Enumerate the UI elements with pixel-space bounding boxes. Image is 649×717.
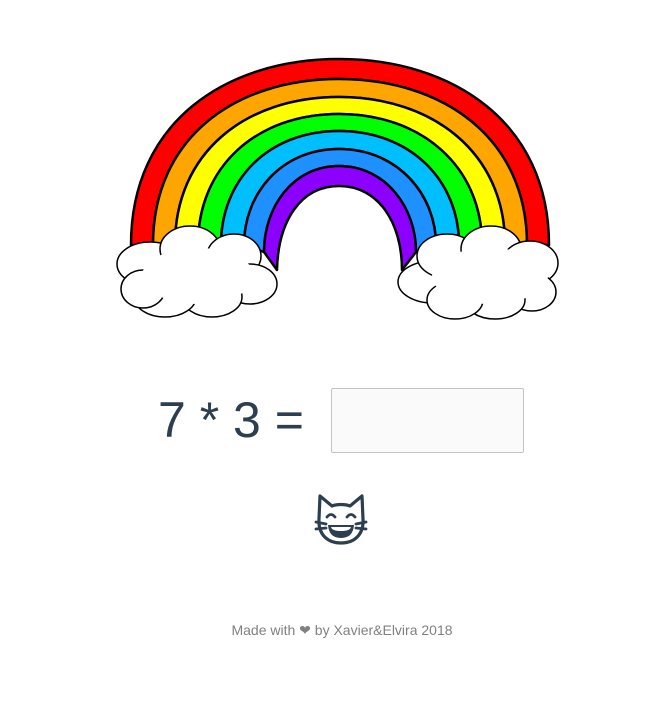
footer-credit: Made with ❤ by Xavier&Elvira 2018: [231, 622, 453, 638]
answer-input[interactable]: [331, 388, 524, 453]
rainbow-illustration: [116, 57, 559, 320]
quiz-row: 7 * 3 =: [0, 387, 649, 455]
grinning-cat-icon: [314, 494, 368, 545]
question-text: 7 * 3 =: [158, 392, 304, 448]
